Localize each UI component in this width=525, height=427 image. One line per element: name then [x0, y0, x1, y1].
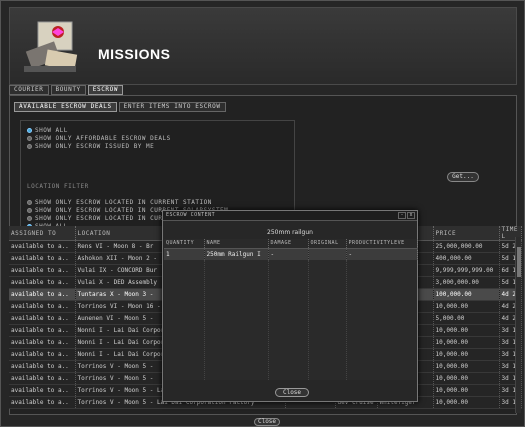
escrow-content-modal: ESCROW CONTENT - x 250mm railgun QUANTIT… [162, 210, 418, 402]
cell-assigned-to: available to a.. [9, 336, 76, 349]
cell-assigned-to: available to a.. [9, 396, 76, 409]
cell-assigned-to: available to a.. [9, 324, 76, 337]
col-name[interactable]: NAME [204, 239, 269, 249]
missions-window: MISSIONS COURIER BOUNTY ESCROW AVAILABLE… [0, 0, 525, 427]
tab-enter-items-escrow[interactable]: ENTER ITEMS INTO ESCROW [118, 102, 226, 112]
modal-controls: - x [398, 212, 415, 219]
column-divider [204, 260, 205, 380]
col-assigned-to[interactable]: ASSIGNED TO [9, 226, 76, 241]
item-productivity: - [346, 248, 418, 260]
close-button[interactable]: Close [254, 418, 280, 426]
cell-price: 10,000.00 [433, 372, 500, 385]
page-title: MISSIONS [98, 46, 171, 62]
cell-price: 9,999,999,999.00 [433, 264, 500, 277]
scrollbar-thumb[interactable] [517, 247, 521, 277]
cell-assigned-to: available to a.. [9, 312, 76, 325]
filter-loc-station[interactable]: SHOW ONLY ESCROW LOCATED IN CURRENT STAT… [27, 199, 212, 206]
tab-bounty[interactable]: BOUNTY [50, 85, 86, 95]
col-productivity[interactable]: PRODUCTIVITYLEVE [346, 239, 418, 249]
inner-empty-area [164, 260, 417, 380]
column-divider [268, 260, 269, 380]
cell-price: 10,000.00 [433, 384, 500, 397]
table-scrollbar[interactable] [515, 237, 521, 413]
filter-show-all[interactable]: SHOW ALL [27, 127, 68, 134]
cell-assigned-to: available to a.. [9, 276, 76, 289]
radio-icon[interactable] [27, 216, 32, 221]
cell-assigned-to: available to a.. [9, 264, 76, 277]
cell-assigned-to: available to a.. [9, 240, 76, 253]
modal-subtitle: 250mm railgun [267, 229, 313, 236]
cell-assigned-to: available to a.. [9, 360, 76, 373]
radio-selected-icon[interactable] [27, 128, 32, 133]
modal-titlebar[interactable]: ESCROW CONTENT - x [163, 211, 417, 221]
cell-price: 100,000.00 [433, 288, 500, 301]
radio-icon[interactable] [27, 208, 32, 213]
sub-tabs: AVAILABLE ESCROW DEALS ENTER ITEMS INTO … [14, 102, 226, 112]
col-damage[interactable]: DAMAGE [268, 239, 309, 249]
col-price[interactable]: PRICE [433, 226, 500, 241]
item-original [308, 248, 347, 260]
cell-price: 25,000,000.00 [433, 240, 500, 253]
modal-title: ESCROW CONTENT [166, 212, 216, 218]
header-banner: MISSIONS [9, 7, 517, 85]
location-filter-label: LOCATION FILTER [27, 183, 89, 190]
missions-logo-icon [24, 21, 78, 72]
cell-price: 10,000.00 [433, 360, 500, 373]
radio-icon[interactable] [27, 144, 32, 149]
cell-price: 400,000.00 [433, 252, 500, 265]
main-tabs: COURIER BOUNTY ESCROW [9, 85, 124, 95]
cell-price: 10,000.00 [433, 324, 500, 337]
cell-price: 3,000,000.00 [433, 276, 500, 289]
item-name: 250mm Railgun I [204, 248, 269, 260]
cell-assigned-to: available to a.. [9, 288, 76, 301]
col-original[interactable]: ORIGINAL [308, 239, 347, 249]
cell-price: 10,000.00 [433, 336, 500, 349]
inner-header: QUANTITY NAME DAMAGE ORIGINAL PRODUCTIVI… [164, 239, 418, 249]
cell-price: 5,000.00 [433, 312, 500, 325]
minimize-icon[interactable]: - [398, 212, 406, 219]
cell-assigned-to: available to a.. [9, 252, 76, 265]
cell-assigned-to: available to a.. [9, 372, 76, 385]
modal-close-button[interactable]: Close [275, 388, 309, 397]
radio-icon[interactable] [27, 136, 32, 141]
cell-price: 10,000.00 [433, 300, 500, 313]
tab-escrow[interactable]: ESCROW [87, 85, 124, 95]
cell-price: 10,000.00 [433, 396, 500, 409]
col-quantity[interactable]: QUANTITY [164, 239, 205, 249]
radio-icon[interactable] [27, 200, 32, 205]
column-divider [346, 260, 347, 380]
cell-assigned-to: available to a.. [9, 300, 76, 313]
item-quantity: 1 [164, 248, 205, 260]
tab-courier[interactable]: COURIER [9, 85, 49, 95]
filter-affordable[interactable]: SHOW ONLY AFFORDABLE ESCROW DEALS [27, 135, 171, 142]
escrow-content-table: QUANTITY NAME DAMAGE ORIGINAL PRODUCTIVI… [164, 239, 418, 260]
cell-assigned-to: available to a.. [9, 384, 76, 397]
get-button[interactable]: Get... [447, 172, 479, 182]
close-icon[interactable]: x [407, 212, 415, 219]
item-damage: - [268, 248, 309, 260]
inner-row[interactable]: 1 250mm Railgun I - - [164, 248, 418, 260]
column-divider [308, 260, 309, 380]
filter-mine[interactable]: SHOW ONLY ESCROW ISSUED BY ME [27, 143, 154, 150]
tab-available-escrow[interactable]: AVAILABLE ESCROW DEALS [14, 102, 117, 112]
cell-price: 10,000.00 [433, 348, 500, 361]
cell-assigned-to: available to a.. [9, 348, 76, 361]
